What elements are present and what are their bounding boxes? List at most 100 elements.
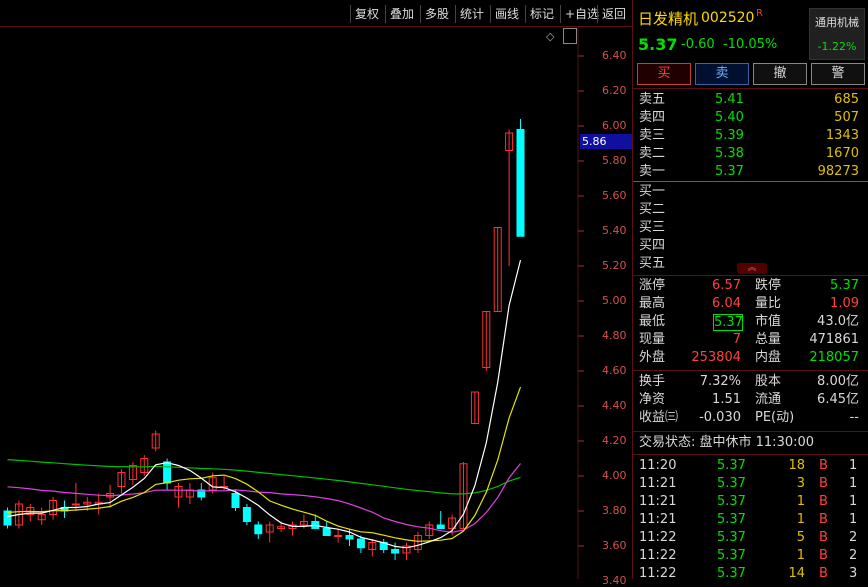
toolbar-duogu-button[interactable]: 多股 [420, 5, 453, 23]
buy-button[interactable]: 买 [637, 63, 691, 85]
turnover-value: 7.32% [699, 374, 741, 389]
tick-count: 3 [849, 566, 858, 581]
candle-down [231, 493, 240, 508]
inner-volume-value: 218057 [809, 350, 859, 365]
y-tick-label: 5.60 [602, 189, 627, 202]
stat-label: 股本 [755, 374, 782, 389]
sell-button[interactable]: 卖 [695, 63, 749, 85]
y-tick-label: 3.40 [602, 574, 627, 587]
margin-mark: R [756, 8, 763, 19]
high-value: 6.04 [712, 296, 741, 311]
volume-ratio-value: 1.09 [830, 296, 859, 311]
divider [633, 88, 868, 89]
price-change: -0.60 [681, 37, 715, 52]
tick-row: 11:21 5.37 1 B 1 [633, 511, 868, 529]
candle-down [516, 129, 525, 237]
panel-toggle-icon[interactable] [563, 28, 577, 44]
low-value: 5.37 [713, 314, 743, 331]
cancel-order-button[interactable]: 撤 [753, 63, 807, 85]
stock-code: 002520 [701, 10, 755, 26]
limit-up-value: 6.57 [712, 278, 741, 293]
total-volume-value: 471861 [809, 332, 859, 347]
sector-change: -1.22% [817, 40, 857, 53]
ask-label: 卖三 [639, 128, 666, 143]
stat-label: 涨停 [639, 278, 666, 293]
ask-row-2: 卖二 5.38 1670 [633, 145, 868, 163]
alert-button[interactable]: 警 [811, 63, 865, 85]
tick-side: B [819, 494, 828, 509]
ask-volume: 1670 [825, 146, 859, 161]
y-tick-label: 5.80 [602, 154, 627, 167]
ask-price: 5.39 [715, 128, 744, 143]
candle-down [3, 510, 12, 526]
y-tick-label: 4.20 [602, 434, 627, 447]
stat-label: 跌停 [755, 278, 782, 293]
toolbar-fanhui-button[interactable]: 返回 [597, 5, 630, 23]
tick-price: 5.37 [717, 494, 746, 509]
bid-label: 买三 [639, 220, 666, 235]
tick-row: 11:22 5.37 1 B 2 [633, 547, 868, 565]
toolbar-huaxian-button[interactable]: 画线 [490, 5, 523, 23]
candle-down [436, 524, 445, 529]
float-value: 6.45亿 [817, 392, 859, 407]
y-tick-label: 4.80 [602, 329, 627, 342]
tick-volume: 14 [788, 566, 805, 581]
diamond-icon[interactable]: ◇ [546, 30, 554, 43]
trade-status: 交易状态: 盘中休市 11:30:00 [639, 435, 815, 450]
kline-chart[interactable]: 6.40 6.20 6.00 5.80 5.60 5.40 5.20 5.00 4.80 4.60… [0, 0, 632, 587]
y-tick-label: 3.60 [602, 539, 627, 552]
candle-down [391, 549, 400, 554]
kline-svg[interactable] [0, 0, 632, 579]
sector-box[interactable]: 通用机械 -1.22% [809, 8, 865, 60]
bid-row-1: 买一 [633, 183, 868, 201]
ask-row-5: 卖五 5.41 685 [633, 91, 868, 109]
candle-down [345, 535, 354, 540]
tick-time: 11:22 [639, 548, 677, 563]
stat-label: 市值 [755, 314, 782, 329]
tick-time: 11:22 [639, 566, 677, 581]
bid-row-4: 买四 [633, 237, 868, 255]
toolbar-biaoji-button[interactable]: 标记 [525, 5, 558, 23]
quote-panel: 日发精机 002520 R 通用机械 -1.22% 5.37 -0.60 -10… [632, 0, 868, 581]
tick-side: B [819, 458, 828, 473]
tick-side: B [819, 566, 828, 581]
stat-label: 最高 [639, 296, 666, 311]
price-change-pct: -10.05% [723, 37, 778, 52]
tick-price: 5.37 [717, 512, 746, 527]
outer-volume-value: 253804 [691, 350, 741, 365]
stat-label: 总量 [755, 332, 782, 347]
tick-time: 11:21 [639, 512, 677, 527]
ask-volume: 507 [834, 110, 859, 125]
market-cap-value: 43.0亿 [817, 314, 859, 329]
divider [633, 370, 868, 371]
tick-time: 11:21 [639, 476, 677, 491]
bid-row-3: 买三 [633, 219, 868, 237]
toolbar-fuquan-button[interactable]: 复权 [350, 5, 383, 23]
stat-label: 流通 [755, 392, 782, 407]
tick-price: 5.37 [717, 458, 746, 473]
net-assets-value: 1.51 [712, 392, 741, 407]
toolbar-tongji-button[interactable]: 统计 [455, 5, 488, 23]
toolbar-diejia-button[interactable]: 叠加 [385, 5, 418, 23]
ask-label: 卖五 [639, 92, 666, 107]
share-capital-value: 8.00亿 [817, 374, 859, 389]
last-volume-value: 7 [732, 332, 741, 347]
tick-price: 5.37 [717, 566, 746, 581]
tick-volume: 1 [796, 548, 805, 563]
last-price: 5.37 [638, 35, 678, 54]
stat-label: 换手 [639, 374, 666, 389]
ask-price: 5.40 [715, 110, 744, 125]
tick-row: 11:21 5.37 3 B 1 [633, 475, 868, 493]
tick-volume: 18 [788, 458, 805, 473]
divider [633, 431, 868, 432]
ask-price: 5.37 [715, 164, 744, 179]
y-tick-label: 6.40 [602, 49, 627, 62]
candle-down [242, 507, 251, 522]
ma10-line [7, 386, 522, 542]
tick-count: 1 [849, 512, 858, 527]
tick-count: 2 [849, 548, 858, 563]
limit-down-value: 5.37 [830, 278, 859, 293]
chart-toolbar: 复权 叠加 多股 统计 画线 标记 +自选 返回 [0, 0, 632, 27]
y-tick-label: 6.20 [602, 84, 627, 97]
collapse-chevron-icon[interactable]: ︽ [737, 263, 767, 274]
